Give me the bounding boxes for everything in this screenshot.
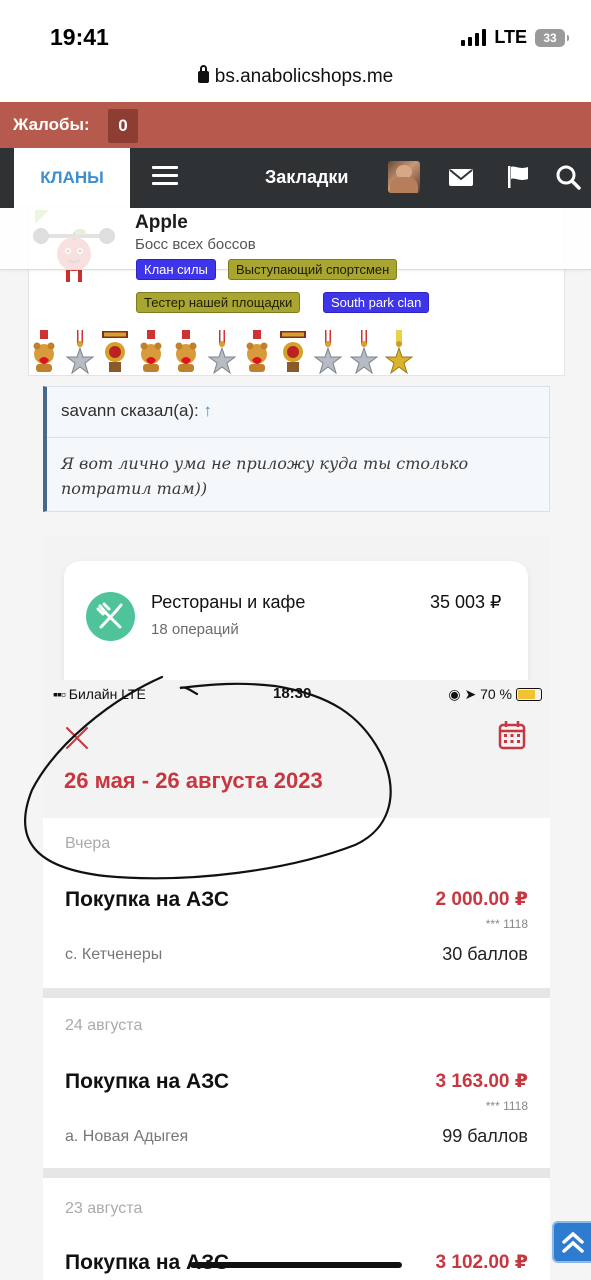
lock-icon	[197, 65, 209, 83]
category-name: Рестораны и кафе	[151, 592, 306, 612]
page-root: 19:41 LTE 33 bs.anabolicshops.me Жалобы:…	[0, 0, 591, 1280]
day-group: Вчера Покупка на АЗС 2 000.00 ₽ *** 1118…	[43, 818, 550, 988]
transaction-points: 99 баллов	[442, 1126, 528, 1146]
quote-block: savann сказал(а): ↑ Я вот лично ума не п…	[43, 386, 550, 512]
inner-status-bar: ▪▪▫ Билайн LTE 18:30 ◉ ➤ 70 %	[43, 680, 550, 708]
medal-icon[interactable]	[243, 330, 271, 376]
inner-battery: ◉ ➤ 70 %	[448, 686, 542, 703]
day-label: Вчера	[65, 835, 111, 852]
medal-icon[interactable]	[385, 330, 413, 376]
quote-header: savann сказал(а): ↑	[61, 401, 212, 421]
tab-clans[interactable]: КЛАНЫ	[14, 148, 130, 208]
status-bar: 19:41 LTE 33	[0, 0, 591, 66]
inner-header	[43, 708, 550, 818]
medal-icon[interactable]	[349, 330, 378, 376]
user-avatar[interactable]	[388, 161, 420, 193]
inner-time: 18:30	[273, 685, 312, 702]
category-operations: 18 операций	[151, 621, 239, 638]
transaction-place: а. Новая Адыгея	[65, 1128, 189, 1145]
network-type: LTE	[494, 27, 527, 47]
transaction-amount: 3 163.00 ₽	[435, 1071, 528, 1092]
badge-clan-sily[interactable]: Клан силы	[136, 259, 216, 280]
transaction-card: *** 1118	[485, 917, 528, 931]
badge-tester[interactable]: Тестер нашей площадки	[136, 292, 301, 313]
status-right: LTE 33	[461, 27, 569, 48]
close-icon[interactable]	[64, 725, 90, 751]
transaction-card: *** 1118	[485, 1099, 528, 1113]
menu-icon[interactable]	[152, 166, 178, 186]
flag-icon[interactable]	[505, 164, 531, 190]
day-label: 24 августа	[65, 1017, 143, 1034]
medal-icon[interactable]	[101, 330, 129, 376]
quote-text: Я вот лично ума не приложу куда ты столь…	[61, 454, 469, 498]
search-icon[interactable]	[555, 164, 581, 190]
fork-knife-icon	[86, 592, 135, 641]
medal-icon[interactable]	[279, 330, 307, 376]
complaints-bar: Жалобы: 0	[0, 102, 591, 148]
forum-navbar: КЛАНЫ Закладки	[0, 148, 591, 208]
medal-icon[interactable]	[30, 330, 58, 376]
transaction-points: 30 баллов	[442, 944, 528, 964]
group-divider	[43, 1168, 550, 1178]
transaction-name[interactable]: Покупка на АЗС	[65, 1070, 229, 1094]
quote-jump-arrow[interactable]: ↑	[204, 401, 213, 420]
home-indicator[interactable]	[190, 1262, 402, 1268]
transaction-name[interactable]: Покупка на АЗС	[65, 888, 229, 912]
badge-south-park[interactable]: South park clan	[323, 292, 430, 313]
status-time: 19:41	[50, 24, 109, 50]
complaints-label: Жалобы:	[13, 115, 90, 134]
date-range-title[interactable]: 26 мая - 26 августа 2023	[64, 768, 323, 794]
quote-divider	[47, 437, 549, 438]
post-user-title: Босс всех боссов	[135, 236, 256, 253]
medal-icon[interactable]	[314, 330, 342, 376]
transaction-amount: 3 102.00 ₽	[435, 1252, 528, 1273]
signal-icon	[461, 29, 487, 46]
complaints-count[interactable]: 0	[108, 109, 138, 143]
inner-battery-icon	[516, 688, 542, 701]
badge-performer[interactable]: Выступающий спортсмен	[228, 259, 398, 280]
post-username[interactable]: Apple	[135, 212, 188, 234]
medal-icon[interactable]	[137, 330, 165, 376]
quote-author: savann сказал(а):	[61, 401, 199, 420]
bookmarks-link[interactable]: Закладки	[265, 167, 348, 188]
mail-icon[interactable]	[448, 164, 474, 190]
battery-icon: 33	[535, 28, 569, 47]
transaction-place: с. Кетченеры	[65, 946, 163, 963]
url-text: bs.anabolicshops.me	[214, 66, 394, 87]
medal-icon[interactable]	[172, 330, 200, 376]
day-label: 23 августа	[65, 1200, 143, 1217]
scroll-top-button[interactable]	[552, 1221, 591, 1263]
calendar-icon[interactable]	[498, 720, 526, 750]
inner-carrier: ▪▪▫ Билайн LTE	[53, 686, 146, 702]
category-sum: 35 003 ₽	[430, 592, 502, 612]
medal-icon[interactable]	[207, 330, 236, 376]
url-bar[interactable]: bs.anabolicshops.me	[0, 65, 591, 102]
double-chevron-up-icon	[562, 1231, 584, 1253]
medal-icon[interactable]	[65, 330, 94, 376]
medals-row	[30, 330, 413, 378]
transaction-amount: 2 000.00 ₽	[435, 889, 528, 910]
day-group: 24 августа Покупка на АЗС 3 163.00 ₽ ***…	[43, 998, 550, 1168]
group-divider	[43, 988, 550, 998]
